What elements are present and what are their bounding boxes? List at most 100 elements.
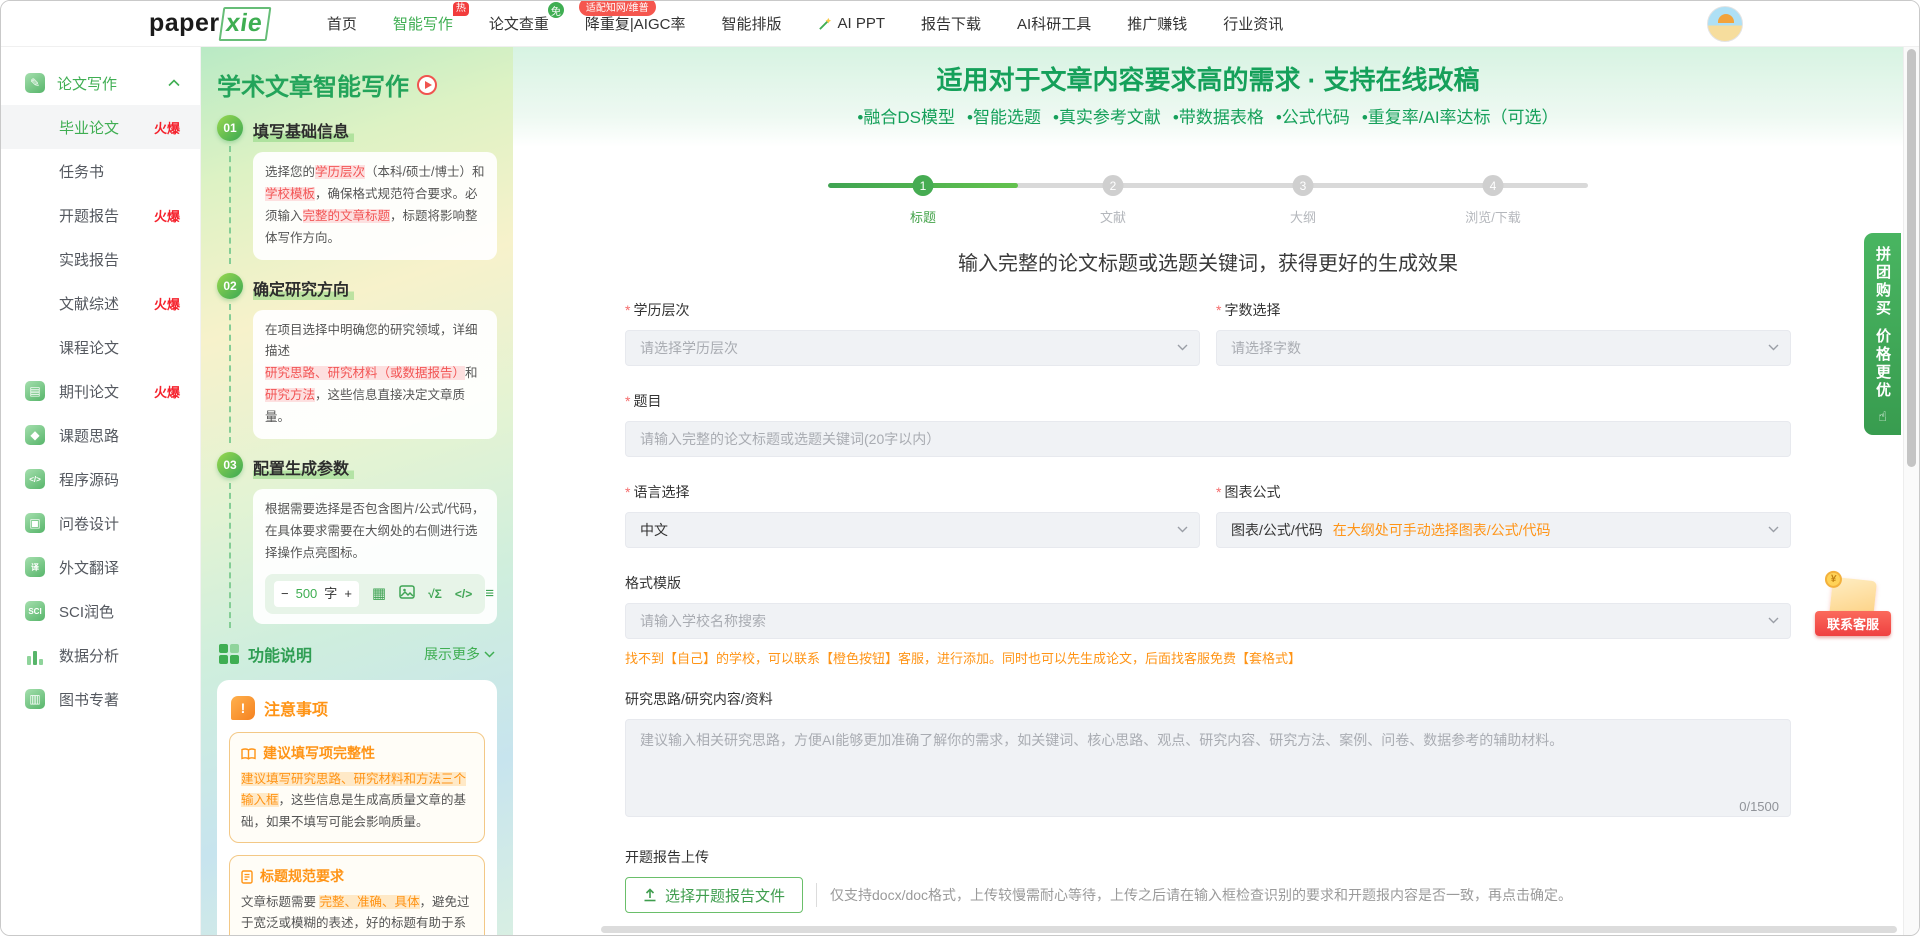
guide-step-3: 03 配置生成参数 根据需要选择是否包含图片/公式/代码，在具体要求需要在大纲处…: [217, 451, 497, 629]
step-circle-outline: 3: [1292, 175, 1314, 196]
wordcount-select[interactable]: 请选择字数: [1216, 330, 1791, 366]
translate-icon: 译: [25, 557, 45, 577]
sidebar-item-graduation-thesis[interactable]: 毕业论文 火爆: [1, 105, 200, 149]
nav-reduce-aigc[interactable]: 降重复|AIGC率 适配知网/维普: [578, 1, 685, 34]
sidebar-item-sci-polish[interactable]: SCI SCI润色: [1, 589, 200, 633]
chevron-up-icon: [168, 79, 180, 87]
template-select[interactable]: 请输入学校名称搜索: [625, 603, 1791, 639]
user-avatar[interactable]: [1707, 6, 1743, 42]
step-label-title: 标题: [909, 210, 937, 225]
guide-step-1-card: 选择您的学历层次（本科/硕士/博士）和学校模板，确保格式规范符合要求。必须输入完…: [253, 152, 497, 260]
guide-step-1: 01 填写基础信息 选择您的学历层次（本科/硕士/博士）和学校模板，确保格式规范…: [217, 115, 497, 264]
language-select[interactable]: 中文: [625, 512, 1200, 548]
progress-track: [828, 183, 1588, 188]
chart-inline-hint: 在大纲处可手动选择图表/公式/代码: [1332, 522, 1551, 538]
sidebar-item-task-book[interactable]: 任务书: [1, 149, 200, 193]
word-count-stepper[interactable]: −500 字 +: [274, 580, 359, 608]
horizontal-scrollbar-thumb[interactable]: [601, 926, 1897, 933]
sidebar-group-paper-writing[interactable]: ✎ 论文写作: [1, 61, 200, 105]
chart-formula-select[interactable]: 图表/公式/代码 在大纲处可手动选择图表/公式/代码: [1216, 512, 1791, 548]
chevron-down-icon: [1768, 526, 1779, 533]
thesis-form: * 学历层次 请选择学历层次 * 字数选择 请选择字数 * 题目 请输入完整的论…: [513, 300, 1903, 913]
sidebar-item-translation[interactable]: 译 外文翻译: [1, 545, 200, 589]
idea-icon: ◆: [25, 425, 45, 445]
nav-industry-news[interactable]: 行业资讯: [1223, 13, 1283, 34]
features-row: 功能说明 展示更多: [219, 642, 495, 666]
chart-icon: [25, 645, 45, 665]
wordcount-label: 字数选择: [1224, 302, 1281, 318]
sidebar-item-journal-paper[interactable]: ▤ 期刊论文 火爆: [1, 369, 200, 413]
nav-typesetting[interactable]: 智能排版: [721, 13, 781, 34]
formula-icon[interactable]: √Σ: [428, 588, 442, 600]
report-upload-label: 开题报告上传: [625, 849, 709, 865]
sidebar-item-topic-ideas[interactable]: ◆ 课题思路: [1, 413, 200, 457]
scrollbar-thumb[interactable]: [1907, 49, 1916, 467]
vertical-scrollbar[interactable]: [1903, 47, 1919, 935]
sidebar-item-literature-review[interactable]: 文献综述 火爆: [1, 281, 200, 325]
chevron-down-icon: [484, 651, 495, 658]
step-circle-title: 1: [912, 175, 934, 196]
nav-home[interactable]: 首页: [327, 13, 357, 34]
nav-smart-writing[interactable]: 智能写作 热: [393, 2, 469, 34]
warning-icon: !: [231, 696, 255, 721]
education-select[interactable]: 请选择学历层次: [625, 330, 1200, 366]
sidebar-item-survey-design[interactable]: ▣ 问卷设计: [1, 501, 200, 545]
guide-step-2: 02 确定研究方向 在项目选择中明确您的研究领域，详细描述研究思路、研究材料（或…: [217, 272, 497, 443]
sidebar: ✎ 论文写作 毕业论文 火爆 任务书 开题报告 火爆 实践报告 文献综述 火爆 …: [1, 47, 201, 935]
sidebar-item-practice-report[interactable]: 实践报告: [1, 237, 200, 281]
divider: [816, 883, 818, 907]
sidebar-item-data-analysis[interactable]: 数据分析: [1, 633, 200, 677]
nav-ai-research-tools[interactable]: AI科研工具: [1017, 13, 1091, 34]
code-icon[interactable]: </>: [455, 588, 472, 600]
step-connector: [229, 482, 231, 629]
image-icon[interactable]: [399, 585, 415, 602]
guide-step-3-card: 根据需要选择是否包含图片/公式/代码，在具体要求需要在大纲处的右侧进行选择操作点…: [253, 488, 497, 625]
step-connector: [229, 303, 231, 443]
chevron-down-icon: [1768, 617, 1779, 624]
research-textarea[interactable]: [625, 719, 1791, 817]
sci-icon: SCI: [25, 601, 45, 621]
survey-icon: ▣: [25, 513, 45, 533]
logo-text-xie: xie: [218, 6, 272, 41]
template-hint: 找不到【自己】的学校，可以联系【橙色按钮】客服，进行添加。同时也可以先生成论文，…: [625, 651, 1302, 666]
upload-icon: [644, 888, 656, 902]
brand-logo[interactable]: paper xie: [149, 6, 272, 41]
contact-service-button[interactable]: ¥ 联系客服: [1815, 570, 1891, 636]
param-toolbar: −500 字 + ▦ √Σ </> ≡: [265, 573, 494, 615]
top-navbar: paper xie 首页 智能写作 热 论文查重 免 降重复|AIGC率 适配知…: [1, 1, 1919, 47]
hero-points: •融合DS模型 •智能选题 •真实参考文献 •带数据表格 •公式代码 •重复率/…: [857, 108, 1559, 127]
service-ribbon-label: 联系客服: [1815, 611, 1891, 636]
sidebar-item-book-monograph[interactable]: ▥ 图书专著: [1, 677, 200, 721]
hot-label: 火爆: [153, 296, 180, 312]
magic-wand-icon: [818, 17, 831, 30]
chevron-down-icon: [1177, 344, 1188, 351]
main-content: 适用对于文章内容要求高的需求 · 支持在线改稿 •融合DS模型 •智能选题 •真…: [513, 47, 1903, 935]
app-window: paper xie 首页 智能写作 热 论文查重 免 降重复|AIGC率 适配知…: [0, 0, 1920, 936]
nav-plagiarism-check[interactable]: 论文查重 免: [489, 2, 564, 34]
pointer-hand-icon: ☝: [1878, 408, 1887, 424]
title-input[interactable]: [625, 421, 1791, 457]
show-more-button[interactable]: 展示更多: [424, 644, 495, 664]
upload-report-button[interactable]: 选择开题报告文件: [625, 877, 804, 913]
nav-promotion[interactable]: 推广赚钱: [1127, 13, 1187, 34]
lines-icon[interactable]: ≡: [485, 586, 494, 601]
guide-step-2-card: 在项目选择中明确您的研究领域，详细描述研究思路、研究材料（或数据报告）和研究方法…: [253, 309, 497, 439]
play-video-icon[interactable]: [417, 74, 437, 95]
book-icon: ▥: [25, 689, 45, 709]
sidebar-item-source-code[interactable]: </> 程序源码: [1, 457, 200, 501]
minus-icon[interactable]: −: [281, 583, 289, 606]
nav-report-download[interactable]: 报告下载: [921, 13, 981, 34]
open-book-icon: [241, 748, 256, 760]
step-circle-literature: 2: [1102, 175, 1124, 196]
hot-label: 火爆: [153, 120, 180, 136]
plus-icon[interactable]: +: [344, 583, 352, 606]
hot-label: 火爆: [153, 208, 180, 224]
sidebar-item-proposal-report[interactable]: 开题报告 火爆: [1, 193, 200, 237]
group-buy-button[interactable]: 拼团购买 价格更优 ☝: [1864, 233, 1901, 435]
sidebar-item-course-paper[interactable]: 课程论文: [1, 325, 200, 369]
table-icon[interactable]: ▦: [372, 586, 386, 601]
free-badge: 免: [547, 2, 564, 18]
nav-ai-ppt[interactable]: AI PPT: [818, 15, 885, 32]
paper-writing-icon: ✎: [25, 73, 45, 93]
notice-card-completeness: 建议填写项完整性 建议填写研究思路、研究材料和方法三个输入框，这些信息是生成高质…: [229, 732, 485, 843]
